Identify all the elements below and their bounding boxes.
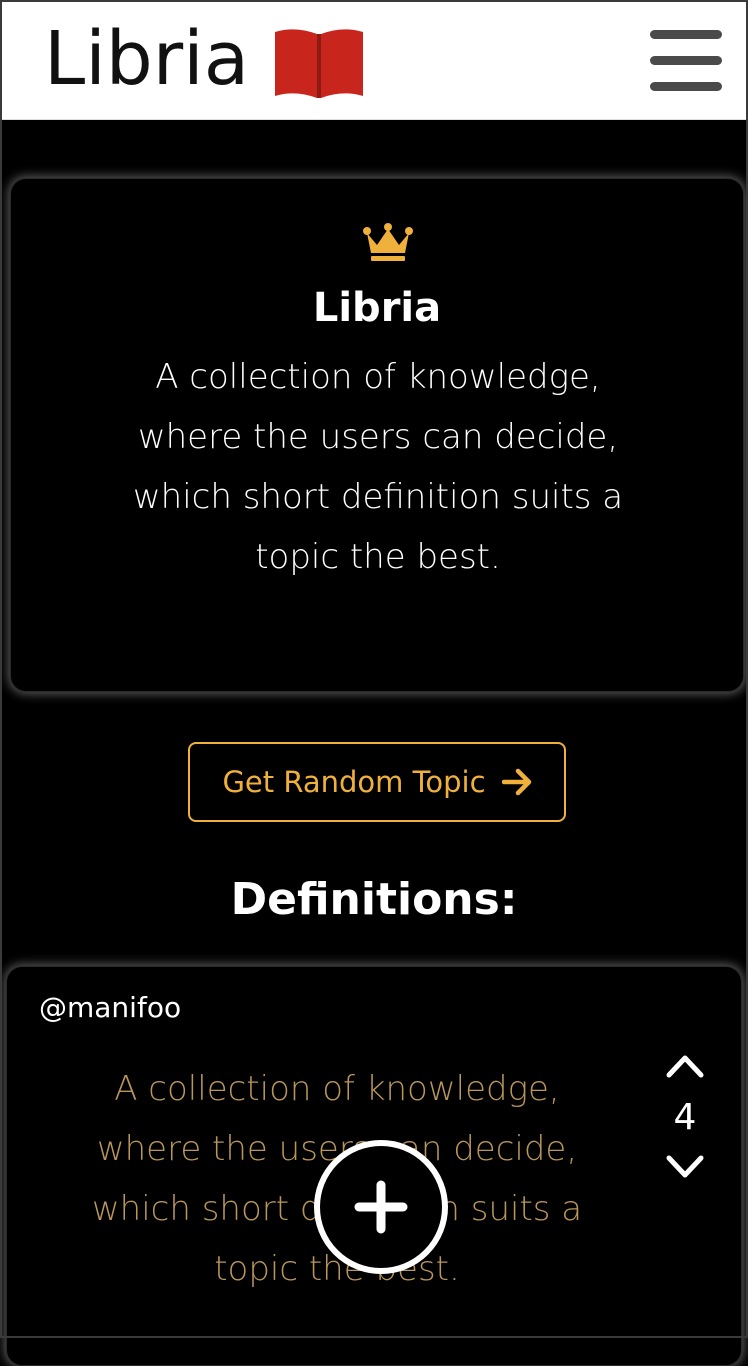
definition-author[interactable]: @manifoo: [39, 991, 181, 1024]
vote-controls: 4: [657, 1051, 713, 1182]
plus-icon: [354, 1180, 408, 1234]
open-book-icon: [275, 29, 364, 98]
intro-description: A collection of knowledge, where the use…: [132, 357, 624, 577]
intro-card: Libria A collection of knowledge, where …: [10, 178, 744, 692]
crown-icon: [363, 223, 413, 261]
hamburger-menu-icon[interactable]: [650, 30, 722, 94]
vote-count: 4: [673, 1097, 697, 1138]
intro-title: Libria: [312, 285, 442, 331]
upvote-chevron-up-icon[interactable]: [665, 1051, 705, 1079]
get-random-topic-button[interactable]: Get Random Topic: [188, 742, 566, 822]
definitions-heading: Definitions:: [230, 874, 518, 925]
get-random-topic-label: Get Random Topic: [222, 765, 486, 799]
top-navbar: Libria: [0, 0, 748, 120]
brand-name: Libria: [44, 16, 250, 102]
arrow-right-icon: [501, 768, 531, 796]
downvote-chevron-down-icon[interactable]: [665, 1154, 705, 1182]
brand-link[interactable]: Libria: [44, 14, 365, 104]
add-definition-button[interactable]: [314, 1140, 448, 1274]
